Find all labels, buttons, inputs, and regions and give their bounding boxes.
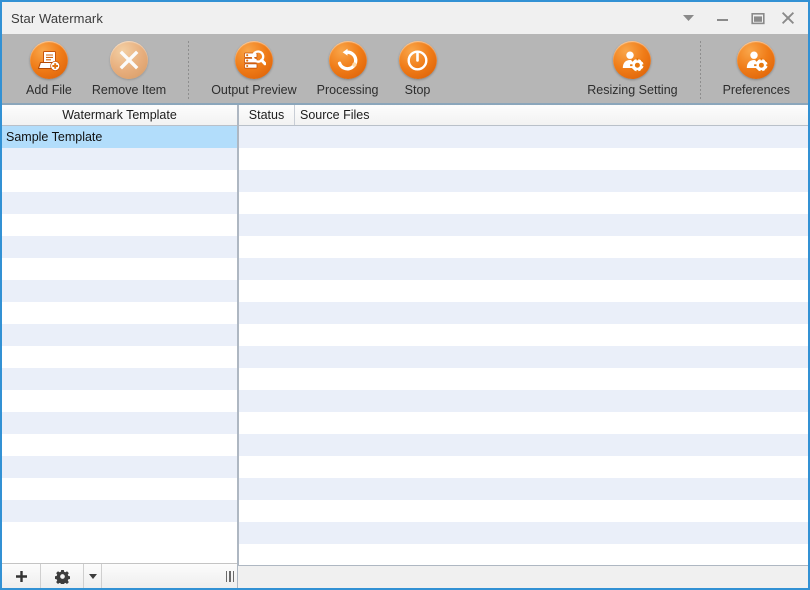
source-files-panel: Status Source Files [238,105,808,566]
source-file-empty-row [239,478,808,500]
source-files-header: Status Source Files [239,105,808,126]
column-header-status-label: Status [248,108,285,122]
source-file-empty-row [239,390,808,412]
output-preview-label: Output Preview [211,83,297,97]
source-file-empty-row [239,324,808,346]
template-list-empty-row [2,148,237,170]
template-list-empty-row [2,500,237,522]
preferences-button[interactable]: Preferences [713,41,800,97]
processing-label: Processing [316,83,379,97]
watermark-template-header: Watermark Template [2,105,237,126]
template-list-empty-row [2,280,237,302]
template-list-empty-row [2,324,237,346]
template-list-empty-row [2,390,237,412]
window-controls [673,2,808,34]
template-list[interactable]: Sample Template [2,126,237,563]
toolbar-separator-1 [188,41,190,101]
template-list-empty-row [2,258,237,280]
stop-label: Stop [404,83,431,97]
column-header-source-files-label: Source Files [300,108,370,122]
source-file-empty-row [239,192,808,214]
preferences-label: Preferences [722,83,790,97]
template-list-empty-row [2,346,237,368]
add-file-icon [29,41,68,79]
processing-button[interactable]: Processing [307,41,389,97]
resizing-setting-label: Resizing Setting [587,83,678,97]
source-file-empty-row [239,214,808,236]
stop-button[interactable]: Stop [389,41,447,97]
maximize-button[interactable] [744,2,771,34]
app-window: Star Watermark Add File Remove Item Outp… [0,0,810,590]
title-bar: Star Watermark [2,2,808,34]
toolbar-group-process: Output Preview Processing Stop [201,41,446,97]
template-footer-filler [102,564,237,588]
source-file-empty-row [239,346,808,368]
column-header-status[interactable]: Status [239,105,295,125]
source-file-empty-row [239,412,808,434]
template-list-empty-row [2,236,237,258]
add-file-label: Add File [26,83,72,97]
source-file-empty-row [239,434,808,456]
template-list-empty-row [2,434,237,456]
template-list-empty-row [2,478,237,500]
template-list-empty-row [2,456,237,478]
template-list-empty-row [2,522,237,544]
source-file-empty-row [239,456,808,478]
template-list-empty-row [2,214,237,236]
source-file-empty-row [239,302,808,324]
source-file-empty-row [239,368,808,390]
close-button[interactable] [771,2,804,34]
resizing-setting-icon [613,41,652,79]
processing-icon [328,41,367,79]
add-template-button[interactable] [2,564,41,588]
resizing-setting-button[interactable]: Resizing Setting [577,41,687,97]
content-area: Watermark Template Sample Template Statu… [2,105,808,588]
template-list-empty-row [2,302,237,324]
template-menu-caret-icon[interactable] [84,564,102,588]
template-list-empty-row [2,170,237,192]
source-file-empty-row [239,148,808,170]
toolbar-group-settings: Resizing Setting Preferences [577,41,808,101]
chevron-down-icon[interactable] [673,2,703,34]
source-file-empty-row [239,500,808,522]
source-file-empty-row [239,170,808,192]
stop-icon [398,41,437,79]
toolbar-separator-2 [699,41,701,101]
resize-grip-icon[interactable] [225,570,234,582]
source-file-empty-row [239,258,808,280]
minimize-button[interactable] [709,2,736,34]
source-file-empty-row [239,522,808,544]
template-footer-toolbar [2,563,237,588]
source-file-empty-row [239,544,808,565]
watermark-template-header-label: Watermark Template [62,108,177,122]
add-file-button[interactable]: Add File [16,41,82,97]
preferences-icon [737,41,776,79]
remove-item-button[interactable]: Remove Item [82,41,176,97]
remove-item-icon [110,41,149,79]
source-file-empty-row [239,126,808,148]
template-list-empty-row [2,192,237,214]
output-preview-icon [234,41,273,79]
column-header-source-files[interactable]: Source Files [295,105,808,125]
window-title: Star Watermark [11,10,103,26]
template-list-empty-row [2,368,237,390]
source-file-empty-row [239,280,808,302]
template-list-item[interactable]: Sample Template [2,126,237,148]
toolbar-group-file: Add File Remove Item [2,41,176,97]
source-file-list[interactable] [239,126,808,565]
template-list-item-label: Sample Template [6,130,103,144]
source-file-empty-row [239,236,808,258]
output-preview-button[interactable]: Output Preview [201,41,306,97]
remove-item-label: Remove Item [91,83,167,97]
main-toolbar: Add File Remove Item Output Preview Proc… [2,34,808,105]
template-list-empty-row [2,412,237,434]
watermark-template-panel: Watermark Template Sample Template [2,105,238,588]
template-settings-button[interactable] [41,564,84,588]
